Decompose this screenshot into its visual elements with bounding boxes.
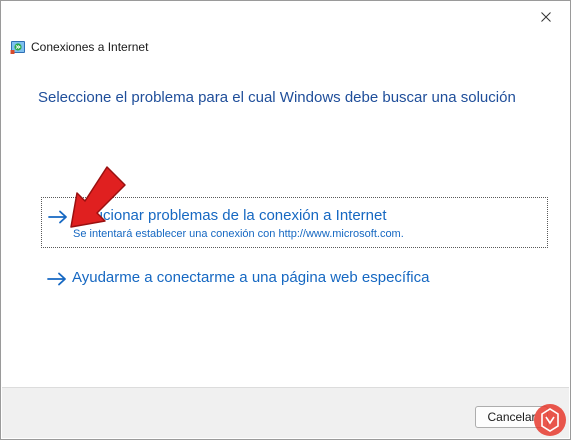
network-wizard-icon	[10, 41, 25, 54]
window-title: Conexiones a Internet	[31, 40, 149, 54]
option-label: Ayudarme a conectarme a una página web e…	[72, 269, 430, 286]
arrow-right-icon	[47, 272, 66, 286]
close-icon	[541, 12, 551, 22]
option-connect-webpage[interactable]: Ayudarme a conectarme a una página web e…	[41, 264, 548, 292]
watermark-logo-icon	[534, 404, 566, 436]
close-button[interactable]	[523, 2, 569, 32]
page-heading: Seleccione el problema para el cual Wind…	[38, 89, 516, 106]
troubleshooter-window: Conexiones a Internet Seleccione el prob…	[0, 0, 571, 440]
dialog-footer: Cancelar	[2, 387, 569, 438]
annotation-arrow-icon	[70, 166, 126, 228]
